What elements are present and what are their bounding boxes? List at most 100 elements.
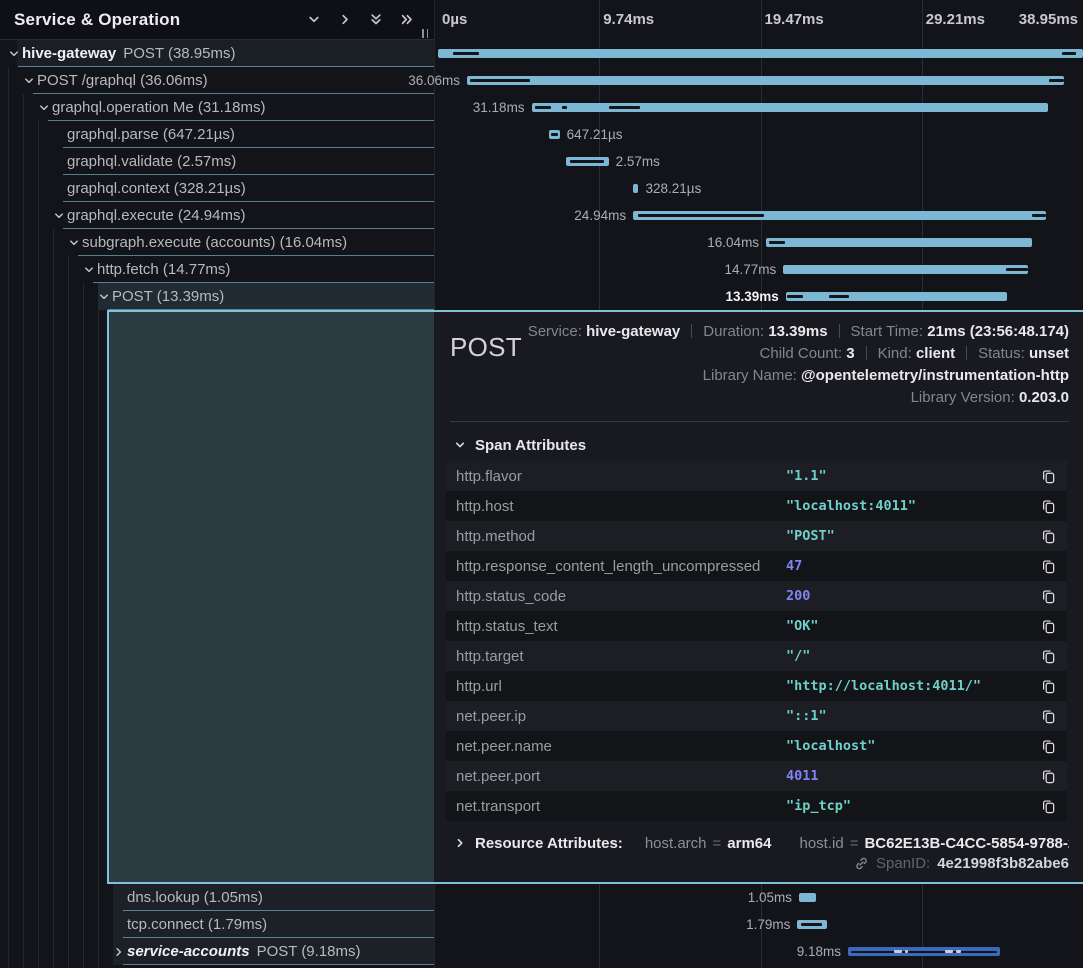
overview-field-value: 3 bbox=[846, 345, 854, 362]
attribute-key: http.status_code bbox=[456, 588, 786, 605]
copy-icon[interactable] bbox=[1037, 795, 1059, 817]
span-row-timeline: 36.06ms bbox=[434, 67, 1083, 94]
span-row-name[interactable]: http.fetch (14.77ms) bbox=[0, 256, 434, 283]
timeline-axis: 0µs9.74ms19.47ms29.21ms38.95ms bbox=[434, 0, 1083, 40]
attribute-key: net.peer.port bbox=[456, 768, 786, 785]
attribute-key: net.transport bbox=[456, 798, 786, 815]
copy-icon[interactable] bbox=[1037, 645, 1059, 667]
span-bar-child-mark bbox=[535, 106, 552, 109]
span-attributes-title: Span Attributes bbox=[475, 437, 586, 454]
span-bar[interactable] bbox=[766, 238, 1032, 247]
span-row-timeline: 2.57ms bbox=[434, 148, 1083, 175]
span-bar[interactable] bbox=[848, 947, 1000, 956]
copy-icon[interactable] bbox=[1037, 465, 1059, 487]
span-row-timeline: 9.18ms bbox=[434, 938, 1083, 965]
span-bar[interactable] bbox=[633, 211, 1046, 220]
copy-icon[interactable] bbox=[1037, 765, 1059, 787]
span-row: POST (13.39ms)13.39ms bbox=[0, 283, 1083, 310]
span-duration-label: 328.21µs bbox=[646, 175, 702, 202]
span-row-name[interactable]: graphql.execute (24.94ms) bbox=[0, 202, 434, 229]
span-bar-child-mark bbox=[956, 950, 961, 953]
span-attributes-section-header[interactable]: Span Attributes bbox=[454, 435, 1069, 455]
double-chevron-right-icon[interactable] bbox=[400, 13, 414, 27]
span-row: tcp.connect (1.79ms)1.79ms bbox=[0, 911, 1083, 938]
span-row-timeline: 1.05ms bbox=[434, 884, 1083, 911]
attribute-key: http.flavor bbox=[456, 468, 786, 485]
chevron-right-icon[interactable] bbox=[113, 946, 127, 958]
span-operation-name: POST (13.39ms) bbox=[112, 288, 224, 305]
span-duration-label: 9.18ms bbox=[797, 938, 841, 965]
double-chevron-down-icon[interactable] bbox=[369, 13, 383, 27]
copy-icon[interactable] bbox=[1037, 525, 1059, 547]
span-row: hive-gatewayPOST (38.95ms) bbox=[0, 40, 1083, 67]
panel-resize-grip[interactable] bbox=[422, 29, 428, 38]
chevron-down-icon[interactable] bbox=[68, 237, 82, 249]
span-row-name[interactable]: graphql.validate (2.57ms) bbox=[0, 148, 434, 175]
span-bar-child-mark bbox=[801, 923, 822, 926]
attribute-value: "::1" bbox=[786, 708, 1037, 724]
overview-field-value: hive-gateway bbox=[586, 323, 680, 340]
span-bar[interactable] bbox=[799, 893, 816, 902]
span-bar[interactable] bbox=[786, 292, 1008, 301]
copy-icon[interactable] bbox=[1037, 495, 1059, 517]
span-row-name[interactable]: hive-gatewayPOST (38.95ms) bbox=[0, 40, 434, 67]
link-icon[interactable] bbox=[854, 856, 869, 871]
chevron-right-icon[interactable] bbox=[338, 13, 352, 27]
span-row-name[interactable]: POST (13.39ms) bbox=[0, 283, 434, 310]
attribute-row: http.url"http://localhost:4011/" bbox=[446, 671, 1067, 701]
span-bar[interactable] bbox=[783, 265, 1028, 274]
axis-tick-label: 38.95ms bbox=[1019, 0, 1078, 40]
copy-icon[interactable] bbox=[1037, 705, 1059, 727]
copy-icon[interactable] bbox=[1037, 555, 1059, 577]
chevron-down-icon[interactable] bbox=[53, 210, 67, 222]
span-bar[interactable] bbox=[467, 76, 1064, 85]
span-row-name[interactable]: graphql.context (328.21µs) bbox=[0, 175, 434, 202]
chevron-down-icon[interactable] bbox=[98, 291, 112, 303]
resource-attributes-row[interactable]: Resource Attributes: host.arch=arm64host… bbox=[454, 833, 1069, 853]
copy-icon[interactable] bbox=[1037, 585, 1059, 607]
copy-icon[interactable] bbox=[1037, 735, 1059, 757]
span-row-name[interactable]: subgraph.execute (accounts) (16.04ms) bbox=[0, 229, 434, 256]
span-bar[interactable] bbox=[438, 49, 1083, 58]
span-bar-child-mark bbox=[1049, 79, 1064, 82]
span-row: graphql.parse (647.21µs)647.21µs bbox=[0, 121, 1083, 148]
service-operation-header: Service & Operation bbox=[0, 0, 434, 40]
span-row-name[interactable]: service-accountsPOST (9.18ms) bbox=[0, 938, 434, 965]
span-bar[interactable] bbox=[549, 130, 560, 139]
span-row: graphql.operation Me (31.18ms)31.18ms bbox=[0, 94, 1083, 121]
copy-icon[interactable] bbox=[1037, 675, 1059, 697]
span-bar[interactable] bbox=[532, 103, 1048, 112]
row-border bbox=[123, 964, 434, 965]
span-row-timeline: 24.94ms bbox=[434, 202, 1083, 229]
span-row: graphql.execute (24.94ms)24.94ms bbox=[0, 202, 1083, 229]
span-operation-name: POST (38.95ms) bbox=[123, 45, 235, 62]
chevron-down-icon[interactable] bbox=[8, 48, 22, 60]
span-row-name[interactable]: graphql.parse (647.21µs) bbox=[0, 121, 434, 148]
span-bar-child-mark bbox=[1062, 52, 1075, 55]
span-id-value: 4e21998f3b82abe6 bbox=[937, 855, 1069, 872]
span-row-name[interactable]: tcp.connect (1.79ms) bbox=[0, 911, 434, 938]
span-bar[interactable] bbox=[797, 920, 827, 929]
attribute-key: http.response_content_length_uncompresse… bbox=[456, 558, 786, 575]
span-attributes-table: http.flavor"1.1" http.host"localhost:401… bbox=[446, 461, 1067, 821]
overview-field-label: Child Count: bbox=[760, 345, 847, 362]
span-row-timeline: 1.79ms bbox=[434, 911, 1083, 938]
span-bar-child-mark bbox=[453, 52, 479, 55]
span-id-label: SpanID: bbox=[876, 855, 930, 872]
span-duration-label: 1.05ms bbox=[748, 884, 792, 911]
chevron-down-icon[interactable] bbox=[38, 102, 52, 114]
copy-icon[interactable] bbox=[1037, 615, 1059, 637]
span-bar[interactable] bbox=[633, 184, 638, 193]
chevron-down-icon[interactable] bbox=[23, 75, 37, 87]
span-service-name: service-accounts bbox=[127, 943, 250, 960]
chevron-down-icon[interactable] bbox=[307, 13, 321, 27]
span-row: dns.lookup (1.05ms) 1.05ms bbox=[0, 884, 1083, 911]
attribute-value: "1.1" bbox=[786, 468, 1037, 484]
span-bar-child-mark bbox=[562, 106, 567, 109]
span-row-name[interactable]: dns.lookup (1.05ms) bbox=[0, 884, 434, 911]
span-bar[interactable] bbox=[566, 157, 609, 166]
span-row-name[interactable]: POST /graphql (36.06ms) bbox=[0, 67, 434, 94]
span-id-row: SpanID: 4e21998f3b82abe6 bbox=[854, 855, 1069, 872]
chevron-down-icon[interactable] bbox=[83, 264, 97, 276]
span-row-name[interactable]: graphql.operation Me (31.18ms) bbox=[0, 94, 434, 121]
